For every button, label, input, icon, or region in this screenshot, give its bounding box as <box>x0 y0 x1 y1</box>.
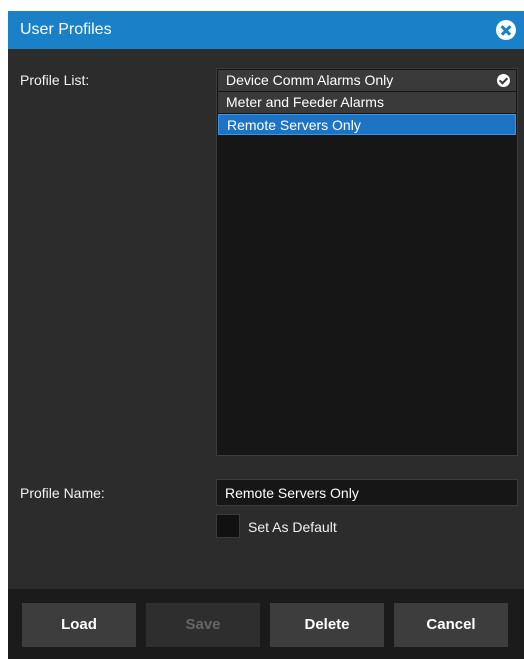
list-item-meter-feeder-alarms[interactable]: Meter and Feeder Alarms <box>218 92 516 113</box>
profile-name-input[interactable] <box>216 479 518 506</box>
set-default-label: Set As Default <box>248 519 337 535</box>
profile-list[interactable]: Device Comm Alarms Only Meter and Feeder… <box>216 68 518 456</box>
delete-button[interactable]: Delete <box>270 603 384 647</box>
save-button[interactable]: Save <box>146 603 260 647</box>
profile-name-label: Profile Name: <box>20 485 105 501</box>
cancel-button[interactable]: Cancel <box>394 603 508 647</box>
list-item-device-comm-alarms[interactable]: Device Comm Alarms Only <box>218 70 516 91</box>
dialog-titlebar: User Profiles <box>8 11 524 49</box>
load-button[interactable]: Load <box>22 603 136 647</box>
list-item-label: Device Comm Alarms Only <box>226 72 394 88</box>
dialog-title: User Profiles <box>20 21 112 38</box>
set-default-checkbox[interactable] <box>216 514 240 538</box>
default-check-icon <box>497 74 510 87</box>
user-profiles-dialog: User Profiles Profile List: Device Comm … <box>8 11 524 659</box>
dialog-footer: Load Save Delete Cancel <box>8 589 524 659</box>
profile-list-label: Profile List: <box>20 72 90 88</box>
list-item-label: Remote Servers Only <box>227 117 361 133</box>
list-item-remote-servers[interactable]: Remote Servers Only <box>218 114 516 135</box>
close-icon[interactable] <box>496 20 516 40</box>
list-item-label: Meter and Feeder Alarms <box>226 94 384 110</box>
